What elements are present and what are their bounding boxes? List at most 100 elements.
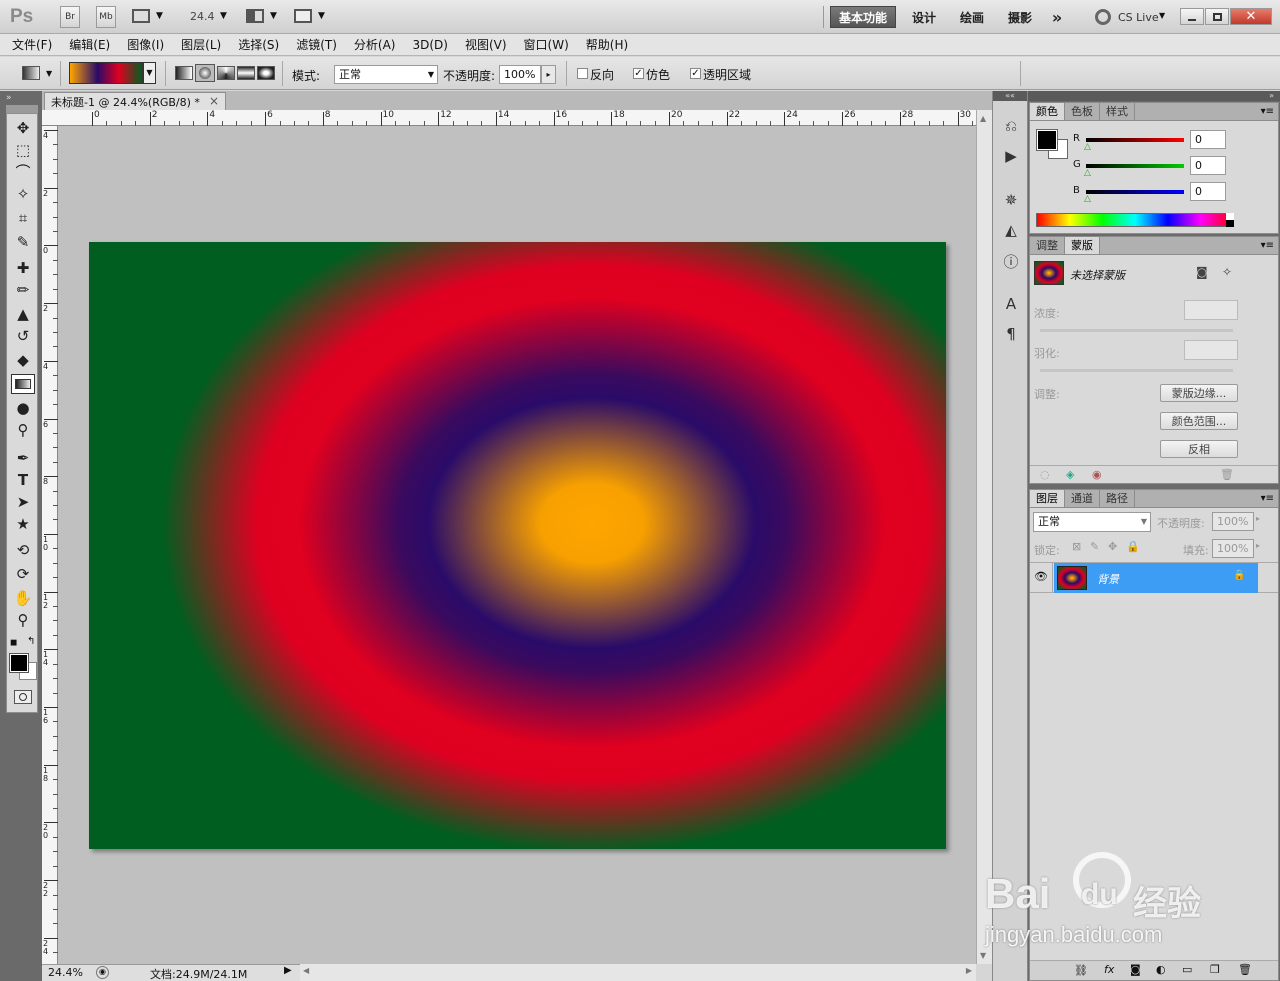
color-range-button[interactable]: 颜色范围... (1160, 412, 1238, 430)
horizontal-scrollbar[interactable]: ◀ ▶ (300, 964, 976, 981)
black-white-swatch[interactable] (1226, 213, 1234, 227)
layer-name[interactable]: 背景 (1097, 571, 1119, 587)
mode-select[interactable]: 正常 ▼ (334, 65, 438, 84)
layer-opacity-slider-icon[interactable]: ▸ (1256, 514, 1260, 523)
dodge-tool-icon[interactable]: ⚲ (11, 420, 35, 440)
diamond-gradient-icon[interactable] (257, 66, 275, 80)
default-colors-icon[interactable]: ◼ (10, 638, 17, 648)
apply-mask-icon[interactable]: ◈ (1066, 468, 1074, 481)
history-panel-icon[interactable]: ⎌ (999, 117, 1023, 137)
load-selection-icon[interactable]: ◌ (1040, 468, 1050, 481)
lock-image-icon[interactable]: ✎ (1090, 540, 1099, 553)
cslive-button[interactable]: CS Live (1118, 11, 1159, 24)
new-layer-icon[interactable]: ❐ (1210, 963, 1220, 976)
status-zoom[interactable]: 24.4% (48, 966, 88, 979)
foreground-color-swatch[interactable] (9, 653, 29, 673)
r-slider[interactable] (1086, 138, 1184, 142)
menu-help[interactable]: 帮助(H) (586, 36, 628, 53)
g-input[interactable]: 0 (1190, 156, 1226, 175)
workspace-design[interactable]: 设计 (904, 6, 944, 28)
add-vector-mask-icon[interactable]: ✧ (1222, 265, 1232, 279)
chevron-down-icon[interactable]: ▼ (220, 11, 227, 21)
menu-select[interactable]: 选择(S) (238, 36, 279, 53)
mask-edge-button[interactable]: 蒙版边缘... (1160, 384, 1238, 402)
fx-icon[interactable]: fx (1104, 963, 1114, 976)
delete-mask-icon[interactable]: 🗑 (1220, 468, 1234, 481)
type-tool-icon[interactable]: T (11, 470, 35, 490)
menu-filter[interactable]: 滤镜(T) (296, 36, 337, 53)
3d-rotate-tool-icon[interactable]: ⟲ (11, 540, 35, 560)
swap-colors-icon[interactable]: ↰ (27, 636, 35, 647)
stamp-tool-icon[interactable]: ▲ (11, 304, 35, 324)
b-slider-handle-icon[interactable]: △ (1084, 194, 1091, 204)
chevron-down-icon[interactable]: ▼ (46, 69, 52, 78)
character-panel-icon[interactable]: A (999, 295, 1023, 315)
hand-tool-icon[interactable]: ✋ (11, 588, 35, 608)
blend-mode-select[interactable]: 正常 ▼ (1033, 512, 1151, 532)
reverse-checkbox[interactable] (577, 68, 588, 79)
scroll-right-icon[interactable]: ▶ (966, 966, 972, 975)
zoom-tool-icon[interactable]: ⚲ (11, 610, 35, 630)
3d-orbit-tool-icon[interactable]: ⟳ (11, 564, 35, 584)
menu-window[interactable]: 窗口(W) (524, 36, 569, 53)
gradient-picker[interactable] (69, 62, 143, 84)
chevron-down-icon[interactable]: ▼ (1159, 11, 1165, 20)
dither-checkbox[interactable]: ✓ (633, 68, 644, 79)
layer-row[interactable]: 👁 背景 🔒 (1030, 563, 1278, 593)
lock-position-icon[interactable]: ✥ (1108, 540, 1117, 553)
add-pixel-mask-icon[interactable]: ◙ (1196, 265, 1208, 279)
menu-view[interactable]: 视图(V) (465, 36, 507, 53)
transparency-checkbox[interactable]: ✓ (690, 68, 701, 79)
screen-mode-icon[interactable] (294, 9, 312, 23)
quick-select-tool-icon[interactable]: ✧ (11, 184, 35, 204)
opacity-input[interactable]: 100% (499, 65, 541, 84)
reflected-gradient-icon[interactable] (237, 66, 255, 80)
eye-icon[interactable]: 👁 (1034, 570, 1048, 583)
more-workspaces-icon[interactable]: » (1044, 6, 1070, 28)
view-extras-icon[interactable] (132, 9, 150, 23)
r-slider-handle-icon[interactable]: △ (1084, 142, 1091, 152)
close-icon[interactable]: ✕ (1230, 8, 1272, 25)
scroll-up-icon[interactable]: ▲ (980, 114, 986, 123)
document-tab[interactable]: 未标题-1 @ 24.4%(RGB/8) * × (44, 92, 226, 110)
invert-button[interactable]: 反相 (1160, 440, 1238, 458)
arrange-documents-icon[interactable] (246, 9, 264, 23)
gradient-dropdown-icon[interactable]: ▼ (143, 62, 156, 84)
panel-grip[interactable] (6, 105, 38, 113)
delete-layer-icon[interactable]: 🗑 (1238, 963, 1252, 976)
status-menu-icon[interactable]: ▶ (284, 965, 296, 980)
restore-icon[interactable] (1205, 8, 1229, 25)
b-input[interactable]: 0 (1190, 182, 1226, 201)
minimize-icon[interactable] (1180, 8, 1204, 25)
eraser-tool-icon[interactable]: ◆ (11, 350, 35, 370)
path-select-tool-icon[interactable]: ➤ (11, 492, 35, 512)
expand-panels-icon[interactable]: «« (993, 91, 1027, 101)
color-spectrum-bar[interactable] (1036, 213, 1234, 227)
workspace-essentials[interactable]: 基本功能 (830, 6, 896, 28)
eyedropper-tool-icon[interactable]: ✎ (11, 232, 35, 252)
scroll-left-icon[interactable]: ◀ (303, 966, 309, 975)
panel-menu-icon[interactable]: ▾≡ (1261, 103, 1278, 120)
menu-edit[interactable]: 编辑(E) (69, 36, 110, 53)
radial-gradient-icon[interactable] (195, 64, 215, 82)
chevron-down-icon[interactable]: ▼ (270, 11, 277, 21)
history-brush-tool-icon[interactable]: ↺ (11, 326, 35, 346)
tool-preset-icon[interactable] (22, 66, 40, 80)
adjustment-layer-icon[interactable]: ◐ (1156, 963, 1166, 976)
quick-mask-icon[interactable] (14, 690, 32, 704)
tab-channels[interactable]: 通道 (1065, 490, 1100, 507)
tab-adjustments[interactable]: 调整 (1030, 237, 1065, 254)
bridge-button[interactable]: Br (60, 6, 80, 28)
panel-menu-icon[interactable]: ▾≡ (1261, 490, 1278, 507)
actions-panel-icon[interactable]: ▶ (999, 147, 1023, 167)
r-input[interactable]: 0 (1190, 130, 1226, 149)
chevron-down-icon[interactable]: ▼ (156, 11, 163, 21)
histogram-panel-icon[interactable]: ◭ (999, 221, 1023, 241)
shape-tool-icon[interactable]: ★ (11, 514, 35, 534)
mini-bridge-button[interactable]: Mb (96, 6, 116, 28)
angle-gradient-icon[interactable] (217, 66, 235, 80)
close-document-icon[interactable]: × (209, 94, 219, 108)
panel-menu-icon[interactable]: ▾≡ (1261, 237, 1278, 254)
info-panel-icon[interactable]: ⓘ (999, 251, 1023, 271)
tab-swatches[interactable]: 色板 (1065, 103, 1100, 120)
